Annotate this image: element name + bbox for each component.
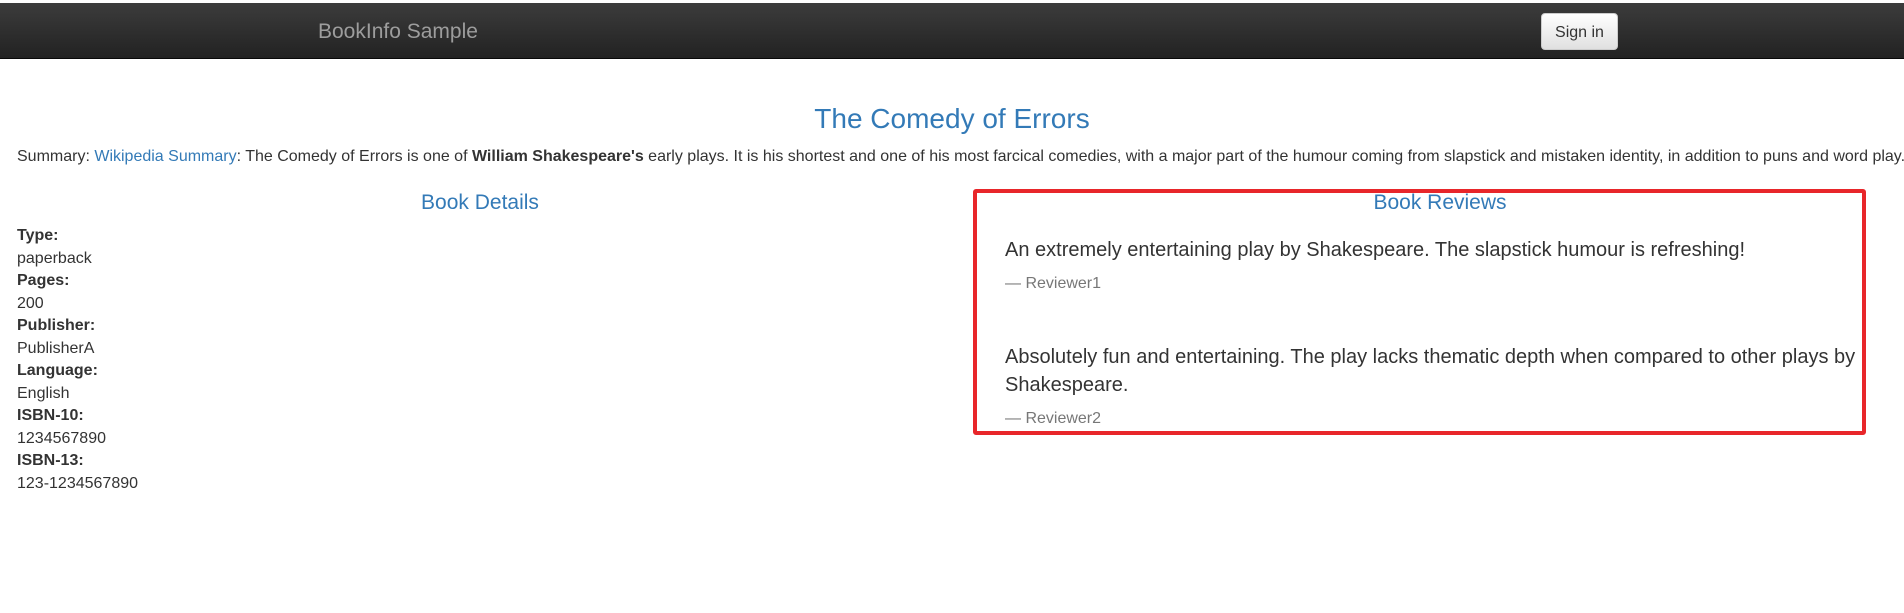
detail-value: PublisherA bbox=[17, 339, 95, 357]
detail-pages: Pages: 200 bbox=[17, 270, 138, 315]
summary-text-part-1: : The Comedy of Errors is one of bbox=[236, 148, 472, 165]
book-details-heading: Book Details bbox=[421, 191, 539, 214]
detail-label: ISBN-13: bbox=[17, 452, 84, 469]
detail-value: 123-1234567890 bbox=[17, 474, 139, 492]
review-text: Absolutely fun and entertaining. The pla… bbox=[1005, 346, 1856, 396]
detail-label: Pages: bbox=[17, 272, 70, 289]
detail-value: English bbox=[17, 384, 70, 402]
reviewer-name: — Reviewer2 bbox=[1005, 410, 1102, 427]
review-text: An extremely entertaining play by Shakes… bbox=[1005, 239, 1746, 261]
detail-value: 200 bbox=[17, 294, 44, 312]
sign-in-button[interactable]: Sign in bbox=[1541, 13, 1618, 50]
detail-value: 1234567890 bbox=[17, 429, 106, 447]
detail-publisher: Publisher: PublisherA bbox=[17, 315, 138, 360]
detail-label: Language: bbox=[17, 362, 98, 379]
book-summary: Summary: Wikipedia Summary: The Comedy o… bbox=[17, 148, 1904, 166]
book-reviews-heading: Book Reviews bbox=[1373, 191, 1507, 214]
review-item: An extremely entertaining play by Shakes… bbox=[1005, 236, 1860, 294]
detail-label: Type: bbox=[17, 227, 59, 244]
review-item: Absolutely fun and entertaining. The pla… bbox=[1005, 343, 1860, 429]
detail-isbn-10: ISBN-10: 1234567890 bbox=[17, 405, 138, 450]
wikipedia-summary-link[interactable]: Wikipedia Summary bbox=[94, 148, 236, 165]
detail-language: Language: English bbox=[17, 360, 138, 405]
brand-title[interactable]: BookInfo Sample bbox=[318, 20, 478, 44]
summary-label: Summary: bbox=[17, 148, 95, 165]
detail-value: paperback bbox=[17, 249, 92, 267]
summary-text-part-2: early plays. It is his shortest and one … bbox=[643, 148, 1904, 165]
book-title: The Comedy of Errors bbox=[814, 103, 1090, 134]
detail-type: Type: paperback bbox=[17, 225, 138, 270]
book-details-list: Type: paperback Pages: 200 Publisher: Pu… bbox=[17, 225, 138, 495]
top-navbar: BookInfo Sample Sign in bbox=[0, 3, 1904, 59]
detail-label: ISBN-10: bbox=[17, 407, 84, 424]
summary-author: William Shakespeare's bbox=[471, 148, 644, 165]
detail-isbn-13: ISBN-13: 123-1234567890 bbox=[17, 450, 138, 495]
detail-label: Publisher: bbox=[17, 317, 96, 334]
reviewer-name: — Reviewer1 bbox=[1005, 275, 1102, 292]
